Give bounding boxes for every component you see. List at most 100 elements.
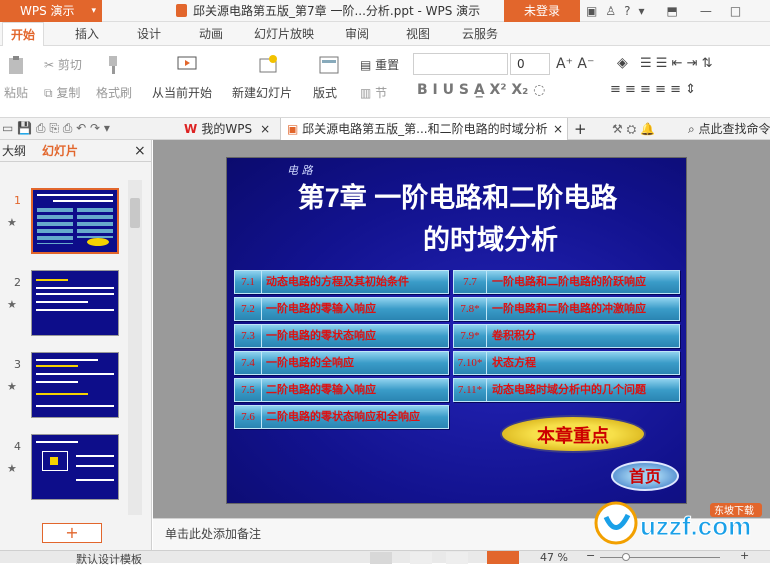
star-icon: ★: [7, 298, 17, 311]
normal-view-icon[interactable]: [370, 552, 392, 564]
tab-document[interactable]: ▣ 邱关源电路第五版_第...和二阶电路的时域分析 ×: [280, 118, 568, 140]
zoom-slider-knob[interactable]: [622, 553, 630, 561]
skin-icon[interactable]: ▣: [586, 4, 597, 18]
toc-item[interactable]: 7.11* 动态电路时域分析中的几个问题: [453, 378, 680, 402]
slide-thumbnail-4[interactable]: [31, 434, 119, 500]
copy-icon: ⧉: [44, 86, 57, 100]
close-icon[interactable]: ×: [553, 118, 563, 140]
tab-view[interactable]: 视图: [406, 22, 430, 46]
scissors-icon: ✂: [44, 58, 58, 72]
shirt-icon[interactable]: ♙: [605, 4, 616, 18]
ribbon-tabs: 开始 插入 设计 动画 幻灯片放映 审阅 视图 云服务: [0, 22, 770, 47]
slide-number: 2: [14, 276, 21, 289]
format-painter-button[interactable]: 格式刷: [96, 84, 132, 101]
ribbon-home: 粘贴 ✂ 剪切 ⧉ 复制 格式刷 从当前开始 新建幻灯片 版式 ▤ 重置 ▥ 节…: [0, 46, 770, 118]
sorter-view-icon[interactable]: [410, 552, 432, 564]
app-menu-button[interactable]: WPS 演示 ▾: [0, 0, 102, 22]
tab-slideshow[interactable]: 幻灯片放映: [254, 22, 314, 46]
slide-title[interactable]: 第7章 一阶电路和二阶电路: [227, 176, 686, 215]
tab-animation[interactable]: 动画: [199, 22, 223, 46]
minimize-icon[interactable]: —: [700, 4, 712, 18]
window-title: 邱关源电路第五版_第7章 一阶...分析.ppt - WPS 演示: [176, 0, 480, 22]
paste-button[interactable]: 粘贴: [4, 84, 28, 101]
slide-thumbnail-3[interactable]: [31, 352, 119, 418]
help-icon[interactable]: ?: [624, 4, 630, 18]
zoom-slider[interactable]: [600, 557, 720, 558]
add-slide-button[interactable]: +: [42, 523, 102, 543]
font-name-select[interactable]: [413, 53, 508, 75]
new-tab-button[interactable]: +: [574, 118, 587, 140]
zoom-out-icon[interactable]: −: [586, 549, 595, 562]
copy-button[interactable]: ⧉ 复制: [44, 84, 80, 101]
zoom-in-icon[interactable]: +: [740, 549, 749, 562]
new-slide-button[interactable]: 新建幻灯片: [232, 84, 292, 101]
chevron-down-icon[interactable]: ▾: [638, 4, 644, 18]
home-button[interactable]: 首页: [611, 461, 679, 491]
reset-button[interactable]: ▤ 重置: [360, 56, 399, 73]
toolbar-tools-icons[interactable]: ⚒ ⛭ 🔔: [612, 118, 655, 140]
tab-slides[interactable]: 幻灯片: [42, 140, 78, 162]
star-icon: ★: [7, 380, 17, 393]
font-grow-icon[interactable]: A⁺ A⁻: [556, 56, 594, 72]
reading-view-icon[interactable]: [446, 552, 468, 564]
slide-number: 1: [14, 194, 21, 207]
thumbnail-scrollbar[interactable]: [128, 180, 142, 515]
current-slide[interactable]: 电 路 第7章 一阶电路和二阶电路 的时域分析 7.1 动态电路的方程及其初始条件…: [226, 157, 687, 504]
align-icons[interactable]: ≡ ≡ ≡ ≡ ≡ ⇕: [610, 82, 696, 97]
tab-my-wps[interactable]: W 我的WPS ×: [184, 118, 270, 140]
toc-item[interactable]: 7.8* 一阶电路和二阶电路的冲激响应: [453, 297, 680, 321]
paste-icon[interactable]: [6, 54, 28, 76]
close-icon[interactable]: ×: [260, 122, 270, 136]
svg-text:东坡下载: 东坡下载: [714, 504, 754, 517]
title-bar: WPS 演示 ▾ 邱关源电路第五版_第7章 一阶...分析.ppt - WPS …: [0, 0, 770, 22]
toc-item[interactable]: 7.4 一阶电路的全响应: [234, 351, 449, 375]
slides-panel: 大纲 幻灯片 × 1 ★ 2 ★ 3 ★ 4 ★ +: [0, 140, 152, 558]
slide-subtitle[interactable]: 的时域分析: [423, 218, 558, 257]
status-bar: 默认设计模板 47 % − +: [0, 549, 770, 566]
tab-design[interactable]: 设计: [137, 22, 161, 46]
toc-item[interactable]: 7.5 二阶电路的零输入响应: [234, 378, 449, 402]
slideshow-play-button[interactable]: [487, 551, 519, 564]
list-icons[interactable]: ☰ ☰ ⇤ ⇥ ⇅: [640, 56, 713, 71]
clear-format-icon[interactable]: ◈: [617, 55, 628, 71]
restore-icon[interactable]: ⬒: [667, 4, 678, 18]
quick-access-icons[interactable]: ▭ 💾 ⎙ ⎘ ⎙ ↶ ↷ ▾: [2, 121, 110, 136]
maximize-icon[interactable]: □: [730, 4, 741, 18]
reset-icon: ▤: [360, 58, 376, 72]
star-icon: ★: [7, 216, 17, 229]
wps-logo-icon: W: [184, 122, 202, 136]
toc-item[interactable]: 7.3 一阶电路的零状态响应: [234, 324, 449, 348]
play-from-current-icon[interactable]: [176, 54, 198, 76]
command-search[interactable]: ⌕ 点此查找命令: [688, 118, 770, 140]
toc-item[interactable]: 7.6 二阶电路的零状态响应和全响应: [234, 405, 449, 429]
login-button[interactable]: 未登录: [504, 0, 580, 22]
template-name: 默认设计模板: [76, 553, 142, 566]
toc-item[interactable]: 7.7 一阶电路和二阶电路的阶跃响应: [453, 270, 680, 294]
slide-canvas: 电 路 第7章 一阶电路和二阶电路 的时域分析 7.1 动态电路的方程及其初始条件…: [153, 140, 770, 518]
ppt-file-icon: [176, 4, 187, 17]
toc-item[interactable]: 7.1 动态电路的方程及其初始条件: [234, 270, 449, 294]
tab-outline[interactable]: 大纲: [2, 140, 26, 162]
layout-icon[interactable]: [318, 54, 340, 76]
tab-review[interactable]: 审阅: [345, 22, 369, 46]
toc-item[interactable]: 7.9* 卷积积分: [453, 324, 680, 348]
layout-button[interactable]: 版式: [313, 84, 337, 101]
text-format-icons[interactable]: B I U S A̲ X² X₂ ◌: [417, 82, 545, 98]
new-slide-icon[interactable]: [257, 54, 279, 76]
close-icon[interactable]: ×: [134, 140, 146, 162]
chevron-down-icon: ▾: [91, 6, 96, 16]
slide-thumbnail-1[interactable]: [31, 188, 119, 254]
tab-insert[interactable]: 插入: [75, 22, 99, 46]
toc-item[interactable]: 7.10* 状态方程: [453, 351, 680, 375]
tab-home[interactable]: 开始: [2, 22, 45, 47]
slide-thumbnail-2[interactable]: [31, 270, 119, 336]
ppt-file-icon: ▣: [287, 122, 303, 136]
key-points-button[interactable]: 本章重点: [500, 415, 646, 453]
toc-item[interactable]: 7.2 一阶电路的零输入响应: [234, 297, 449, 321]
brush-icon[interactable]: [101, 54, 123, 76]
cut-button[interactable]: ✂ 剪切: [44, 56, 82, 73]
section-button[interactable]: ▥ 节: [360, 84, 387, 101]
from-current-button[interactable]: 从当前开始: [152, 84, 212, 101]
font-size-select[interactable]: 0: [510, 53, 550, 75]
tab-cloud[interactable]: 云服务: [462, 22, 498, 46]
